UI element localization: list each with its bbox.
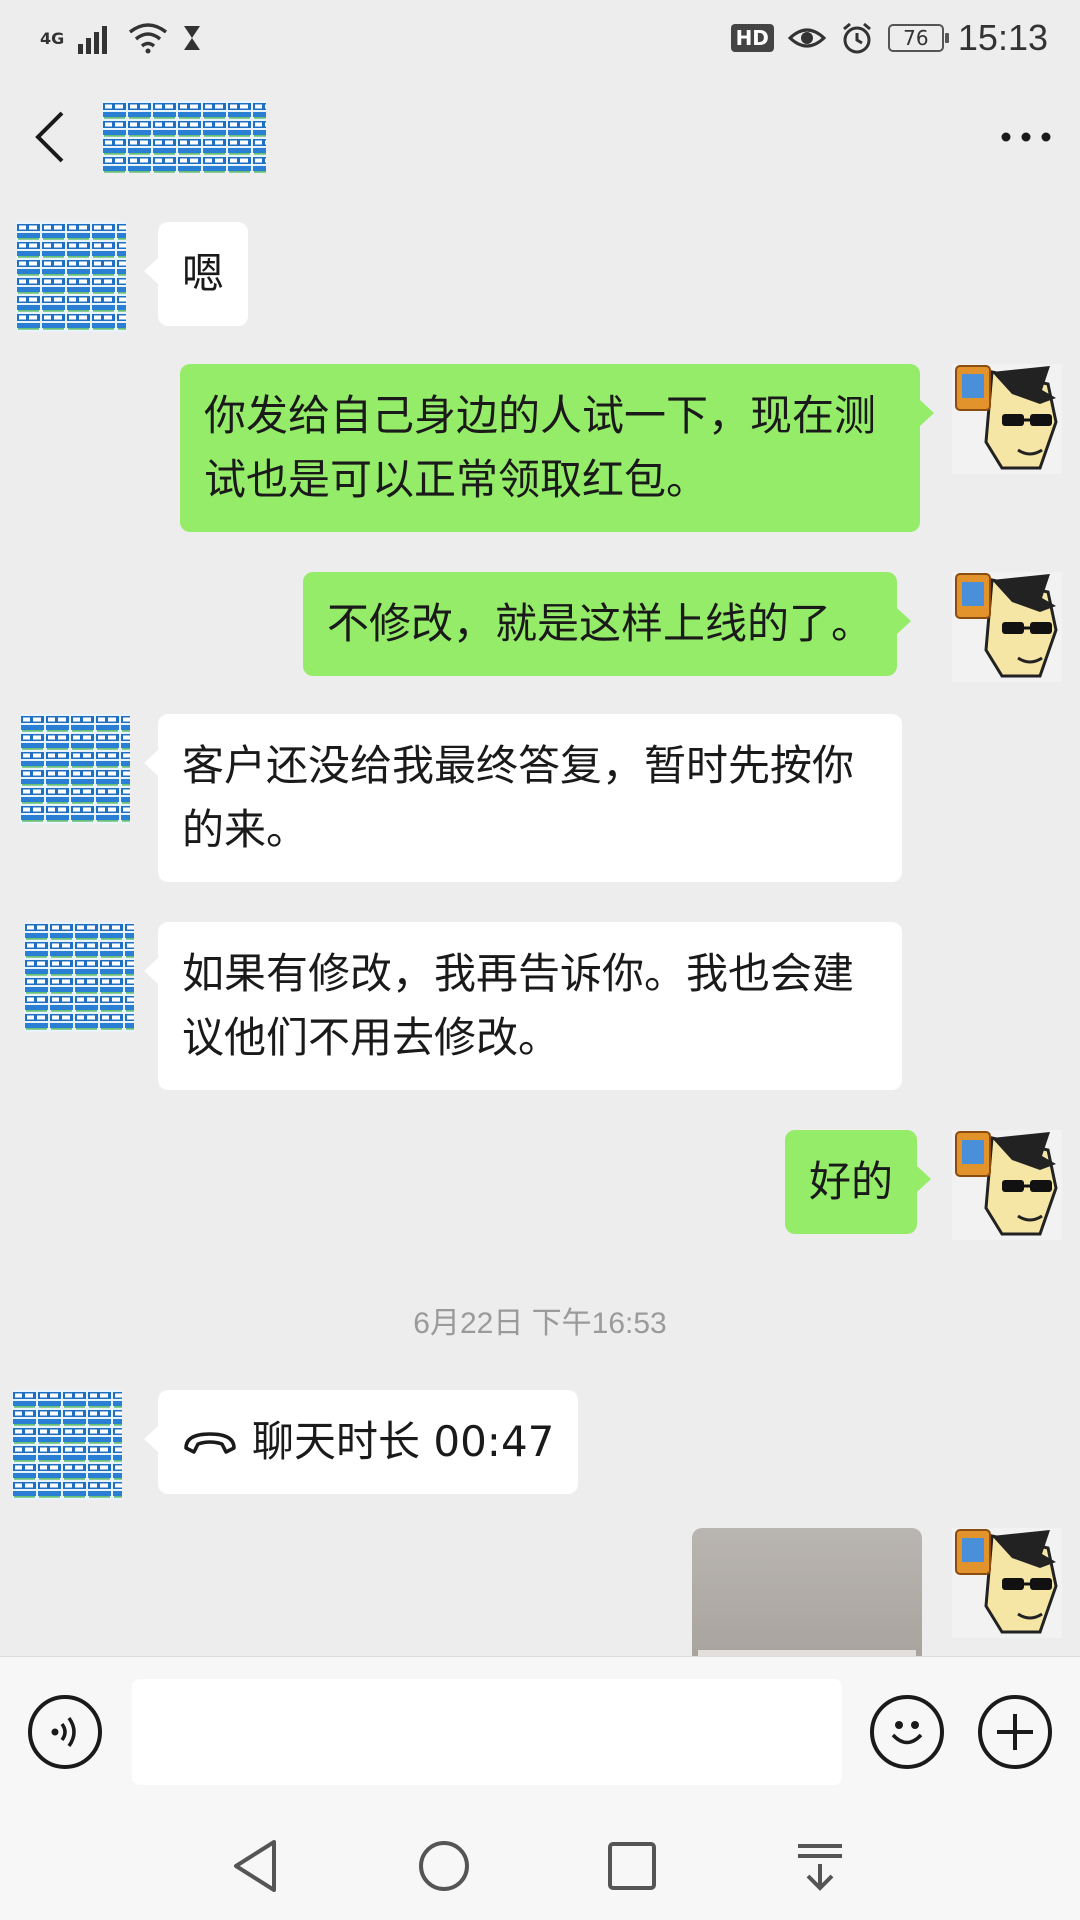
my-avatar[interactable]	[952, 1528, 1062, 1638]
contact-name-image	[102, 101, 266, 173]
message-bubble-incoming[interactable]: 嗯	[143, 222, 249, 326]
plus-icon	[997, 1714, 1033, 1750]
plus-button[interactable]	[978, 1695, 1052, 1769]
hd-badge: HD	[730, 24, 774, 52]
alarm-icon	[842, 22, 871, 54]
chat-messages[interactable]: 嗯 你发给自己身边的人试一下，现在测试也是可以正常领取红包。 不修改，就是这样上…	[0, 196, 1080, 1656]
my-avatar[interactable]	[952, 572, 1062, 682]
message-bubble-outgoing[interactable]: 好的	[785, 1130, 932, 1234]
battery-indicator: 76	[887, 24, 949, 52]
call-record-row: 聊天时长 00:47	[182, 1410, 554, 1474]
contact-avatar[interactable]	[12, 1390, 122, 1500]
contact-avatar[interactable]	[16, 222, 126, 332]
home-circle-icon[interactable]	[414, 1836, 474, 1896]
phone-hangup-icon	[184, 1432, 236, 1454]
more-icon[interactable]	[1000, 130, 1052, 144]
image-message[interactable]	[692, 1528, 922, 1656]
message-bubble-outgoing[interactable]: 你发给自己身边的人试一下，现在测试也是可以正常领取红包。	[180, 364, 934, 532]
clock: 15:13	[957, 17, 1048, 58]
my-avatar[interactable]	[952, 364, 1062, 474]
recents-square-icon[interactable]	[602, 1836, 662, 1896]
message-bubble-incoming[interactable]: 客户还没给我最终答复，暂时先按你的来。	[144, 714, 902, 882]
voice-icon	[51, 1716, 76, 1748]
emoji-button[interactable]	[870, 1695, 944, 1769]
eye-icon	[787, 28, 826, 48]
message-bubble-outgoing[interactable]: 不修改，就是这样上线的了。	[303, 572, 912, 676]
call-record-bubble[interactable]: 聊天时长 00:47	[143, 1390, 579, 1494]
hourglass-icon	[184, 26, 201, 50]
status-left: 4G	[40, 22, 202, 54]
contact-avatar[interactable]	[24, 922, 134, 1032]
emoji-icon	[891, 1721, 923, 1745]
system-navigation-bar	[0, 1806, 1080, 1920]
voice-button[interactable]	[28, 1695, 102, 1769]
status-bar: 4G HD 76 15:13	[0, 0, 1080, 76]
notification-pulldown-icon[interactable]	[790, 1836, 850, 1896]
call-duration-text: 聊天时长 00:47	[252, 1417, 555, 1466]
header-left	[34, 101, 266, 173]
status-right: HD 76 15:13	[730, 17, 1048, 59]
message-bubble-incoming[interactable]: 如果有修改，我再告诉你。我也会建议他们不用去修改。	[144, 922, 902, 1090]
my-avatar[interactable]	[952, 1130, 1062, 1240]
signal-icon	[78, 26, 108, 54]
message-input-bar	[0, 1656, 1080, 1806]
message-text-input[interactable]	[132, 1679, 842, 1785]
contact-avatar[interactable]	[20, 714, 130, 824]
chat-timestamp: 6月22日 下午16:53	[413, 1307, 667, 1340]
chat-header	[0, 80, 1080, 194]
back-arrow-icon[interactable]	[34, 111, 66, 163]
wifi-icon	[129, 23, 168, 54]
network-type: 4G	[40, 28, 65, 48]
back-triangle-icon[interactable]	[226, 1836, 286, 1896]
